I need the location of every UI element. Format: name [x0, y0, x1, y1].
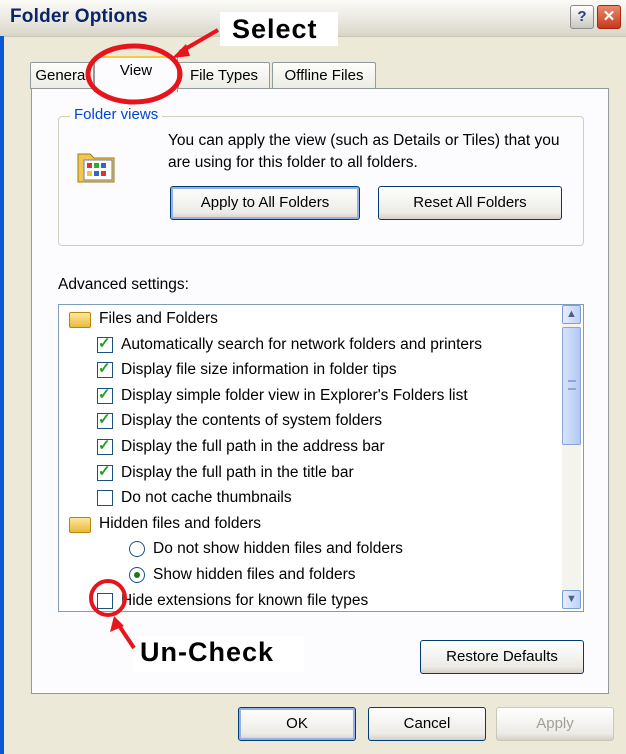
- folder-views-description: You can apply the view (such as Details …: [168, 132, 560, 171]
- setting-label: Do not show hidden files and folders: [153, 540, 403, 558]
- folder-icon: [69, 516, 91, 533]
- setting-checkbox[interactable]: [97, 592, 113, 609]
- help-button[interactable]: ?: [570, 5, 594, 29]
- folder-views-icon: [77, 153, 115, 183]
- setting-checkbox[interactable]: ✓: [97, 411, 113, 430]
- folder-views-legend: Folder views: [70, 106, 163, 123]
- tab-offline-files[interactable]: Offline Files: [272, 62, 376, 89]
- tab-general[interactable]: General: [30, 62, 94, 89]
- checkmark-icon: ✓: [98, 360, 111, 378]
- restore-defaults-button[interactable]: Restore Defaults: [420, 640, 584, 674]
- ok-button[interactable]: OK: [238, 707, 356, 741]
- setting-label: Display simple folder view in Explorer's…: [121, 386, 468, 404]
- advanced-settings-label: Advanced settings:: [58, 276, 189, 293]
- checkmark-icon: ✓: [98, 411, 111, 429]
- checkmark-icon: ✓: [98, 334, 111, 352]
- folder-icon: [69, 312, 91, 328]
- apply-to-all-folders-button[interactable]: Apply to All Folders: [170, 186, 360, 220]
- tab-view[interactable]: View: [94, 56, 178, 92]
- cancel-button[interactable]: Cancel: [368, 707, 486, 741]
- advanced-settings-list[interactable]: Files and Folders ✓ Automatically search f…: [58, 304, 584, 612]
- setting-label: Files and Folders: [99, 310, 218, 327]
- checkmark-icon: ✓: [98, 462, 111, 480]
- setting-label: Display the full path in the address bar: [121, 438, 385, 455]
- setting-label: Show hidden files and folders: [153, 566, 356, 583]
- scroll-up-button[interactable]: ▲: [562, 305, 581, 324]
- setting-radio[interactable]: [129, 567, 145, 583]
- close-button[interactable]: ✕: [597, 5, 621, 29]
- scroll-thumb[interactable]: [562, 327, 581, 445]
- reset-all-folders-button[interactable]: Reset All Folders: [378, 186, 562, 220]
- select-annotation: Select: [232, 14, 318, 44]
- checkmark-icon: ✓: [98, 437, 111, 454]
- radio-dot-icon: [134, 572, 140, 578]
- setting-label: Hide extensions for known file types: [121, 591, 369, 609]
- setting-checkbox[interactable]: ✓: [97, 334, 113, 353]
- setting-label: Display the full path in the title bar: [121, 463, 354, 481]
- window-title: Folder Options: [10, 6, 148, 27]
- setting-checkbox[interactable]: ✓: [97, 437, 113, 455]
- checkmark-icon: ✓: [98, 385, 111, 403]
- setting-checkbox[interactable]: ✓: [97, 462, 113, 481]
- apply-button[interactable]: Apply: [496, 707, 614, 741]
- setting-checkbox[interactable]: ✓: [97, 385, 113, 404]
- window-frame-edge: [0, 36, 4, 754]
- setting-checkbox[interactable]: ✓: [97, 360, 113, 379]
- setting-label: Automatically search for network folders…: [121, 335, 482, 353]
- setting-label: Display file size information in folder …: [121, 361, 397, 379]
- setting-checkbox[interactable]: [97, 490, 113, 507]
- setting-radio[interactable]: [129, 541, 145, 558]
- setting-label: Display the contents of system folders: [121, 412, 383, 430]
- uncheck-annotation: Un-Check: [140, 637, 275, 667]
- setting-label: Hidden files and folders: [99, 514, 261, 532]
- scroll-down-button[interactable]: ▼: [562, 590, 581, 609]
- vertical-scrollbar[interactable]: ▲ ▼: [562, 305, 581, 609]
- tab-file-types[interactable]: File Types: [178, 62, 270, 89]
- scroll-grip-icon: [568, 380, 576, 390]
- setting-label: Do not cache thumbnails: [121, 489, 292, 507]
